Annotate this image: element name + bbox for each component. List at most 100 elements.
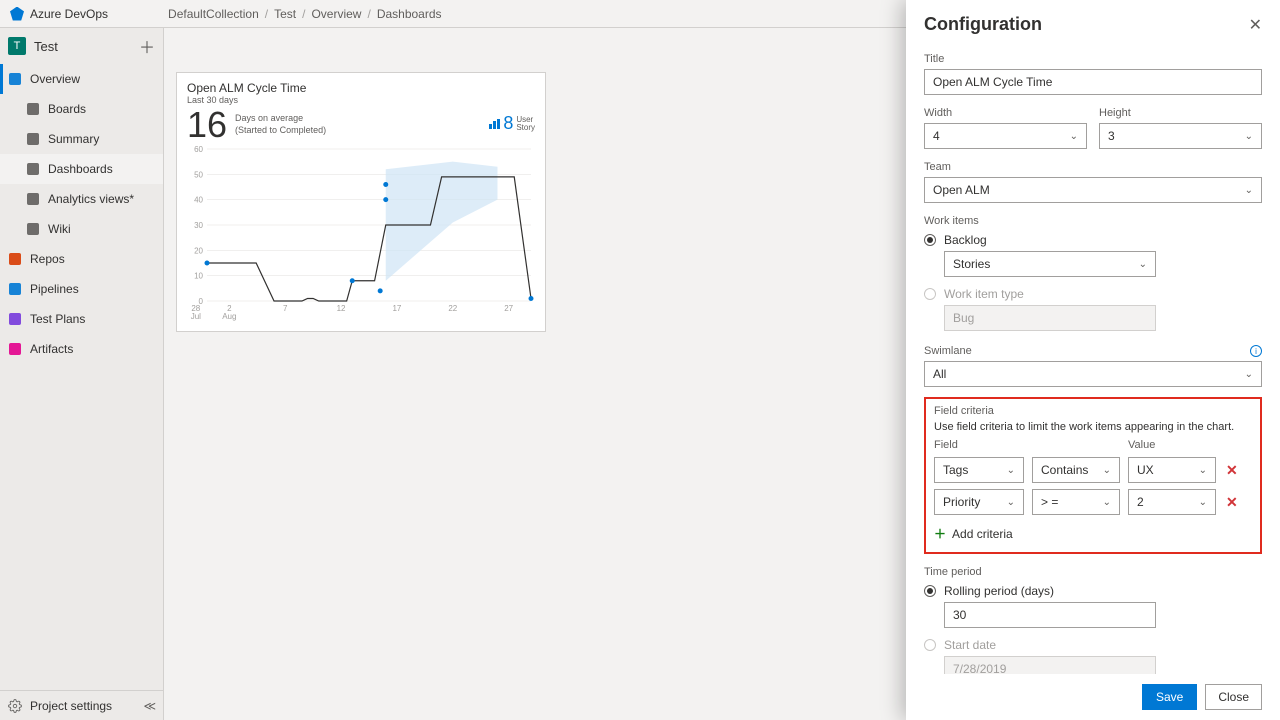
save-button[interactable]: Save (1142, 684, 1197, 710)
close-icon[interactable]: ✕ (1249, 15, 1262, 35)
sidebar-item-label: Summary (48, 132, 99, 146)
label-width: Width (924, 107, 1087, 119)
chevron-down-icon: ⌄ (1007, 497, 1015, 508)
criteria-desc: Use field criteria to limit the work ite… (934, 421, 1252, 433)
sidebar-item-summary[interactable]: Summary (0, 124, 163, 154)
sidebar-item-label: Analytics views* (48, 192, 134, 206)
svg-text:40: 40 (194, 196, 203, 205)
add-icon[interactable]: ＋ (139, 34, 155, 58)
sidebar-item-label: Pipelines (30, 282, 79, 296)
brand[interactable]: Azure DevOps (0, 7, 118, 21)
wiki-icon (26, 222, 40, 236)
team-select[interactable]: Open ALM⌄ (924, 177, 1262, 203)
project-settings[interactable]: Project settings ≪ (0, 690, 164, 720)
testplans-icon (8, 312, 22, 326)
chevron-down-icon: ⌄ (1103, 497, 1111, 508)
sidebar-item-analytics[interactable]: Analytics views* (0, 184, 163, 214)
boards-icon (26, 102, 40, 116)
chevron-down-icon: ⌄ (1245, 185, 1253, 196)
title-input[interactable] (924, 69, 1262, 95)
label-workitems: Work items (924, 215, 1262, 227)
project-header[interactable]: T Test ＋ (0, 28, 163, 64)
bars-icon (489, 119, 500, 129)
criteria-field-select[interactable]: Priority⌄ (934, 489, 1024, 515)
label-title: Title (924, 53, 1262, 65)
analytics-icon (26, 192, 40, 206)
overview-icon (8, 72, 22, 86)
swimlane-select[interactable]: All⌄ (924, 361, 1262, 387)
rolling-days-input[interactable] (944, 602, 1156, 628)
sidebar-item-label: Artifacts (30, 342, 73, 356)
sidebar-item-testplans[interactable]: Test Plans (0, 304, 163, 334)
svg-text:27: 27 (504, 304, 513, 313)
width-select[interactable]: 4⌄ (924, 123, 1087, 149)
dashboards-icon (26, 162, 40, 176)
dashboard-canvas: Open ALM Cycle Time Last 30 days 16 Days… (164, 28, 904, 720)
sidebar-item-pipelines[interactable]: Pipelines (0, 274, 163, 304)
svg-text:7: 7 (283, 304, 288, 313)
nav-list: Overview Boards Summary Dashboards Analytics… (0, 64, 163, 364)
breadcrumb-defaultcollection[interactable]: DefaultCollection (168, 7, 259, 21)
sidebar-item-boards[interactable]: Boards (0, 94, 163, 124)
height-select[interactable]: 3⌄ (1099, 123, 1262, 149)
cycle-time-widget[interactable]: Open ALM Cycle Time Last 30 days 16 Days… (176, 72, 546, 332)
criteria-row: Tags⌄ Contains⌄ UX⌄ ✕ (934, 457, 1252, 483)
sidebar-item-dashboards[interactable]: Dashboards (0, 154, 163, 184)
criteria-delete-icon[interactable]: ✕ (1224, 462, 1240, 479)
repos-icon (8, 252, 22, 266)
pipelines-icon (8, 282, 22, 296)
chevron-down-icon: ⌄ (1245, 131, 1253, 142)
criteria-value-select[interactable]: UX⌄ (1128, 457, 1216, 483)
sidebar-item-artifacts[interactable]: Artifacts (0, 334, 163, 364)
artifacts-icon (8, 342, 22, 356)
plus-icon: ＋ (934, 525, 946, 542)
svg-text:12: 12 (337, 304, 346, 313)
criteria-op-select[interactable]: > =⌄ (1032, 489, 1120, 515)
chevron-down-icon: ⌄ (1139, 259, 1147, 270)
radio-startdate[interactable]: Start date (924, 638, 1262, 652)
brand-text: Azure DevOps (30, 7, 108, 21)
label-team: Team (924, 161, 1262, 173)
radio-rolling[interactable]: Rolling period (days) (924, 584, 1262, 598)
breadcrumb-test[interactable]: Test (274, 7, 296, 21)
svg-text:Jul: Jul (191, 312, 201, 321)
radio-backlog[interactable]: Backlog (924, 233, 1262, 247)
criteria-op-select[interactable]: Contains⌄ (1032, 457, 1120, 483)
chevron-down-icon: ⌄ (1245, 369, 1253, 380)
cycle-time-chart: 010203040506028Jul2Aug712172227 (185, 145, 537, 325)
start-date-disabled: 7/28/2019 (944, 656, 1156, 674)
svg-text:20: 20 (194, 246, 203, 255)
chevron-down-icon: ⌄ (1199, 497, 1207, 508)
big-number-desc: Days on average(Started to Completed) (235, 107, 326, 136)
svg-text:Aug: Aug (222, 312, 236, 321)
svg-text:22: 22 (448, 304, 457, 313)
close-button[interactable]: Close (1205, 684, 1262, 710)
label-swimlane: Swimlane (924, 345, 972, 357)
add-criteria-button[interactable]: ＋ Add criteria (934, 525, 1252, 542)
sidebar-item-label: Boards (48, 102, 86, 116)
criteria-value-select[interactable]: 2⌄ (1128, 489, 1216, 515)
label-criteria: Field criteria (934, 405, 1252, 417)
criteria-delete-icon[interactable]: ✕ (1224, 494, 1240, 511)
config-title: Configuration (924, 14, 1249, 35)
widget-subtitle: Last 30 days (187, 95, 535, 105)
info-icon[interactable]: i (1250, 345, 1262, 357)
label-height: Height (1099, 107, 1262, 119)
breadcrumb-overview[interactable]: Overview (311, 7, 361, 21)
sidebar-item-repos[interactable]: Repos (0, 244, 163, 274)
project-name: Test (34, 39, 58, 54)
sidebar-item-overview[interactable]: Overview (0, 64, 163, 94)
svg-text:10: 10 (194, 272, 203, 281)
criteria-field-select[interactable]: Tags⌄ (934, 457, 1024, 483)
project-icon: T (8, 37, 26, 55)
radio-icon (924, 639, 936, 651)
breadcrumb-dashboards[interactable]: Dashboards (377, 7, 442, 21)
radio-wit[interactable]: Work item type (924, 287, 1262, 301)
sidebar-item-wiki[interactable]: Wiki (0, 214, 163, 244)
sidebar-item-label: Wiki (48, 222, 71, 236)
brand-icon (10, 7, 24, 21)
backlog-select[interactable]: Stories⌄ (944, 251, 1156, 277)
sidebar: T Test ＋ Overview Boards Summary Dashboards… (0, 28, 164, 720)
radio-icon (924, 288, 936, 300)
collapse-icon[interactable]: ≪ (143, 699, 156, 713)
